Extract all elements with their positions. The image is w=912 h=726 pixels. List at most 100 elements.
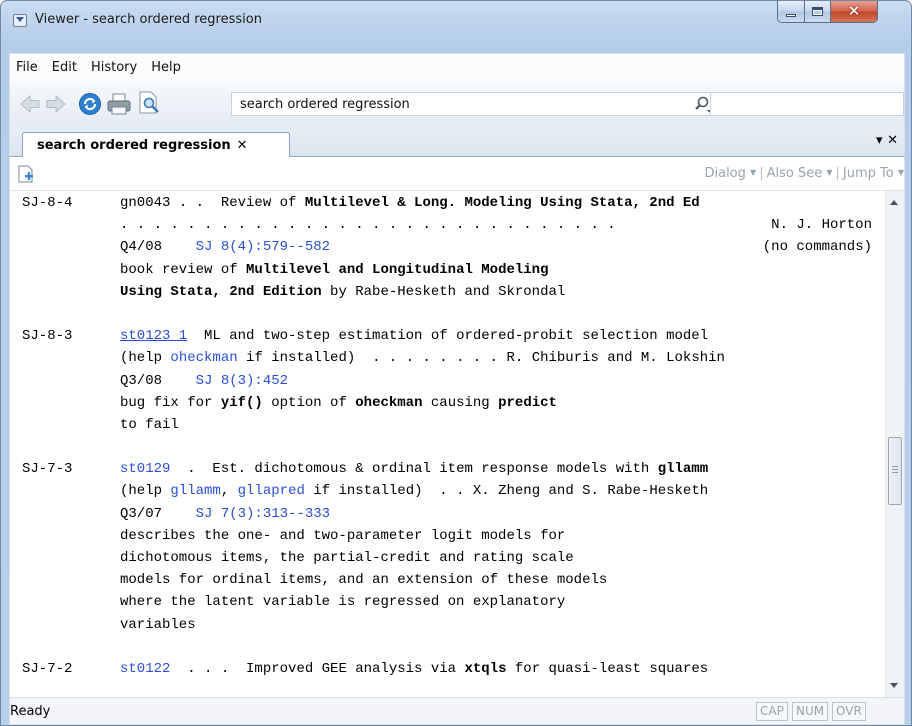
entry-text: . Est. dichotomous & ordinal item respon… (170, 461, 658, 478)
entry-dots: . . . . . . . . . . . . . . . . . . . . … (120, 217, 616, 234)
new-viewer-icon[interactable] (18, 165, 34, 183)
entry-id: SJ-8-3 (22, 328, 73, 345)
forward-arrow-icon[interactable] (45, 93, 67, 115)
back-arrow-icon[interactable] (19, 93, 41, 115)
jump-to-label: Jump To (842, 166, 894, 181)
entry-date: Q3/08 (120, 372, 163, 389)
title-bar: Viewer - search ordered regression ✕ (1, 1, 911, 41)
entry-author: N. J. Horton (771, 217, 872, 234)
entry-date: Q3/07 (120, 505, 163, 522)
help-link[interactable]: gllapred (238, 483, 305, 499)
caps-lock-indicator: CAP (756, 702, 788, 721)
viewer-links: Dialog ▼ | Also See ▼ | Jump To ▼ (704, 166, 904, 181)
app-icon[interactable] (13, 14, 27, 27)
scroll-up-icon[interactable] (890, 200, 898, 205)
entry-text: for quasi-least squares (506, 660, 709, 677)
entry-text: (help (120, 350, 171, 367)
menu-edit[interactable]: Edit (45, 60, 84, 75)
entry-text: ML and two-step estimation of ordered-pr… (187, 328, 709, 345)
entry-bold-text: gllamm (657, 461, 709, 478)
maximize-icon (812, 7, 823, 16)
entry-desc: where the latent variable is regressed o… (120, 594, 566, 611)
entry-date-line: Q3/07 SJ 7(3):313--333 (120, 503, 330, 525)
also-see-label: Also See (766, 166, 823, 181)
viewer-window: Viewer - search ordered regression ✕ Fil… (0, 0, 912, 726)
maximize-button[interactable] (804, 1, 831, 23)
entry-desc: variables (120, 616, 196, 633)
result-row: . . . . . . . . . . . . . . . . . . . . … (22, 214, 882, 236)
status-text: Ready (10, 704, 51, 719)
entry-text: bug fix for (120, 394, 221, 411)
find-input[interactable] (710, 92, 904, 116)
entry-note: (no commands) (762, 239, 872, 256)
menu-bar: File Edit History Help (9, 53, 905, 81)
result-row: Q3/08 SJ 8(3):452 (22, 370, 882, 392)
entry-text: book review of (120, 261, 247, 278)
tab-menu-icon[interactable]: ▾ ✕ (876, 133, 898, 148)
entry-bold-text: oheckman (355, 394, 423, 411)
window-title: Viewer - search ordered regression (35, 12, 262, 27)
num-lock-indicator: NUM (792, 702, 829, 721)
refresh-icon[interactable] (78, 92, 102, 116)
blank-row (22, 636, 882, 658)
print-icon[interactable] (106, 91, 132, 117)
result-row: describes the one- and two-parameter log… (22, 525, 882, 547)
dialog-label: Dialog (704, 166, 746, 181)
entry-bold-text: yif() (220, 394, 263, 411)
entry-date: Q4/08 (120, 239, 163, 256)
minimize-icon (786, 13, 796, 17)
entry-text: if installed) . . X. Zheng and S. Rabe-H… (304, 483, 709, 500)
result-row: SJ-7-3 st0129 . Est. dichotomous & ordin… (22, 458, 882, 480)
entry-id: SJ-7-3 (22, 461, 73, 478)
entry-bold-text: predict (498, 394, 557, 411)
blank-row (22, 436, 882, 458)
tab-search-ordered-regression[interactable]: search ordered regression ✕ (22, 132, 290, 158)
entry-text: . . . Improved GEE analysis via (170, 660, 465, 677)
journal-link[interactable]: SJ 8(3):452 (196, 373, 288, 389)
tab-close-icon[interactable]: ✕ (237, 138, 248, 153)
result-row: (help gllamm, gllapred if installed) . .… (22, 480, 882, 502)
entry-text: (help (120, 483, 171, 500)
entry-help-line: (help gllamm, gllapred if installed) . .… (120, 480, 708, 502)
viewer-toolbar: Dialog ▼ | Also See ▼ | Jump To ▼ (9, 157, 905, 191)
entry-bold-text: Multilevel & Long. Modeling Using Stata,… (304, 195, 700, 211)
minimize-button[interactable] (777, 1, 805, 23)
close-button[interactable]: ✕ (830, 1, 878, 23)
vertical-scrollbar[interactable] (885, 191, 904, 697)
menu-help[interactable]: Help (144, 60, 188, 75)
toolbar: search ordered regression (9, 81, 905, 127)
jump-to-menu[interactable]: Jump To ▼ (843, 166, 904, 181)
result-row: Q3/07 SJ 7(3):313--333 (22, 503, 882, 525)
search-results: SJ-8-4 gn0043 . . Review of Multilevel &… (22, 192, 882, 680)
result-row: book review of Multilevel and Longitudin… (22, 259, 882, 281)
grip-icon (892, 466, 898, 475)
scroll-down-icon[interactable] (890, 683, 898, 688)
search-document-icon[interactable] (136, 90, 162, 116)
scrollbar-thumb[interactable] (888, 437, 902, 505)
help-link[interactable]: oheckman (170, 350, 237, 366)
entry-code-link[interactable]: st0129 (120, 461, 170, 477)
entry-desc: models for ordinal items, and an extensi… (120, 572, 608, 589)
entry-desc: book review of Multilevel and Longitudin… (120, 259, 548, 281)
dialog-menu[interactable]: Dialog ▼ (704, 166, 756, 181)
chevron-down-icon: ▼ (897, 168, 904, 177)
entry-title-line: st0122 . . . Improved GEE analysis via x… (120, 658, 708, 680)
chevron-down-icon: ▼ (826, 168, 833, 177)
entry-desc: to fail (120, 416, 179, 433)
journal-link[interactable]: SJ 8(4):579--582 (196, 239, 330, 255)
entry-code-link[interactable]: st0122 (120, 661, 170, 677)
entry-desc: bug fix for yif() option of oheckman cau… (120, 392, 557, 414)
help-link[interactable]: gllamm (170, 483, 220, 499)
entry-text: by Rabe-Hesketh and Skrondal (321, 283, 566, 300)
menu-history[interactable]: History (84, 60, 144, 75)
journal-link[interactable]: SJ 7(3):313--333 (196, 506, 330, 522)
menu-file[interactable]: File (10, 60, 45, 75)
entry-code-link[interactable]: st0123_1 (120, 328, 187, 344)
entry-text: option of (262, 394, 356, 411)
viewer-content: SJ-8-4 gn0043 . . Review of Multilevel &… (9, 191, 905, 697)
result-row: SJ-8-3 st0123_1 ML and two-step estimati… (22, 325, 882, 347)
search-input[interactable]: search ordered regression (231, 92, 711, 116)
also-see-menu[interactable]: Also See ▼ (767, 166, 833, 181)
separator: | (759, 166, 764, 181)
blank-row (22, 303, 882, 325)
